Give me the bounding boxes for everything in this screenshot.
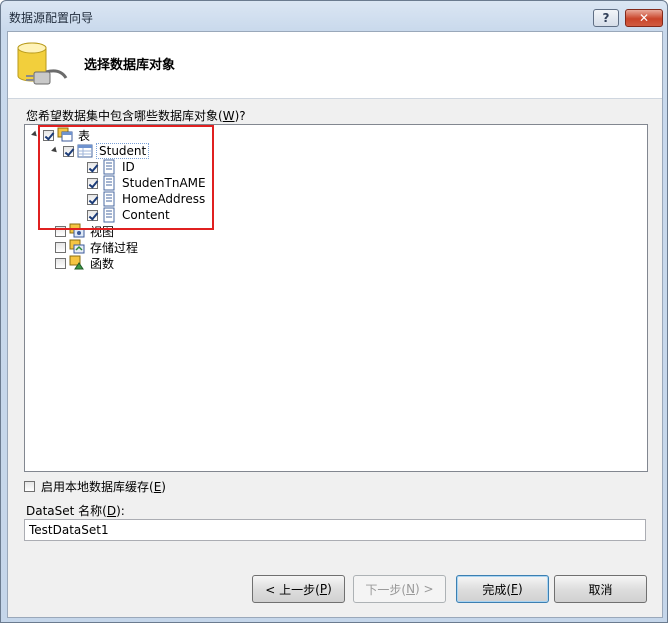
close-button[interactable]: ✕ [625,9,663,27]
tree-node-stored-procedures[interactable]: 存储过程 [43,239,140,255]
stored-procedures-checkbox[interactable] [55,241,66,253]
table-icon [77,143,93,159]
column-icon [101,191,117,207]
tree-node-views[interactable]: 视图 [43,223,116,239]
tree-node-label: 存储过程 [90,240,139,255]
dataset-name-field[interactable]: TestDataSet1 [24,519,646,541]
tree-node-label: 视图 [90,224,115,239]
cancel-button[interactable]: 取消 [554,575,647,603]
tree-node-functions[interactable]: 函数 [43,255,116,271]
database-objects-tree[interactable]: 表 Student ID StudenTnAME HomeAddress Con… [24,124,648,472]
local-cache-checkbox[interactable] [24,481,35,492]
views-checkbox[interactable] [55,225,66,237]
column-icon [101,159,117,175]
tree-node-column[interactable]: HomeAddress [87,191,207,207]
column-checkbox[interactable] [87,193,98,205]
column-checkbox[interactable] [87,161,98,173]
column-icon [101,175,117,191]
tree-node-label: Student [96,143,150,159]
tree-node-label: 函数 [90,256,115,271]
help-button[interactable]: ? [593,9,619,27]
page-title: 选择数据库对象 [84,58,176,73]
tree-node-label: StudenTnAME [122,176,206,190]
tables-icon [57,127,73,143]
local-cache-label: 启用本地数据库缓存(E) [41,480,166,494]
views-icon [69,223,85,239]
wizard-window: 数据源配置向导 ? ✕ 选择数据库对象 您希望数据集中包含哪些数据库对象(W)? [0,0,668,623]
tree-node-column[interactable]: Content [87,207,172,223]
finish-button[interactable]: 完成(F) [456,575,549,603]
wizard-header: 选择数据库对象 [8,32,662,99]
database-plug-icon [12,38,76,97]
student-checkbox[interactable] [63,145,74,157]
tree-node-label: HomeAddress [122,192,206,206]
expand-arrow-icon[interactable] [31,127,41,143]
next-button[interactable]: 下一步(N) > [353,575,446,603]
tree-node-label: 表 [78,128,91,143]
tree-node-column[interactable]: ID [87,159,137,175]
column-checkbox[interactable] [87,209,98,221]
dataset-name-label: DataSet 名称(D): [26,504,125,518]
objects-prompt: 您希望数据集中包含哪些数据库对象(W)? [26,109,246,123]
wizard-body: 选择数据库对象 您希望数据集中包含哪些数据库对象(W)? 表 Student I… [7,31,663,618]
expand-arrow-icon[interactable] [51,143,61,159]
column-icon [101,207,117,223]
tables-checkbox[interactable] [43,129,54,141]
tree-node-column[interactable]: StudenTnAME [87,175,208,191]
tree-node-label: ID [122,160,135,174]
local-cache-option[interactable]: 启用本地数据库缓存(E) [24,478,166,495]
tree-node-tables[interactable]: 表 [31,127,92,143]
functions-checkbox[interactable] [55,257,66,269]
tree-node-student[interactable]: Student [51,143,150,159]
functions-icon [69,255,85,271]
tree-node-label: Content [122,208,170,222]
previous-button[interactable]: < 上一步(P) [252,575,345,603]
title-bar[interactable]: 数据源配置向导 ? ✕ [1,1,667,31]
column-checkbox[interactable] [87,177,98,189]
window-title: 数据源配置向导 [9,11,94,25]
stored-procedures-icon [69,239,85,255]
